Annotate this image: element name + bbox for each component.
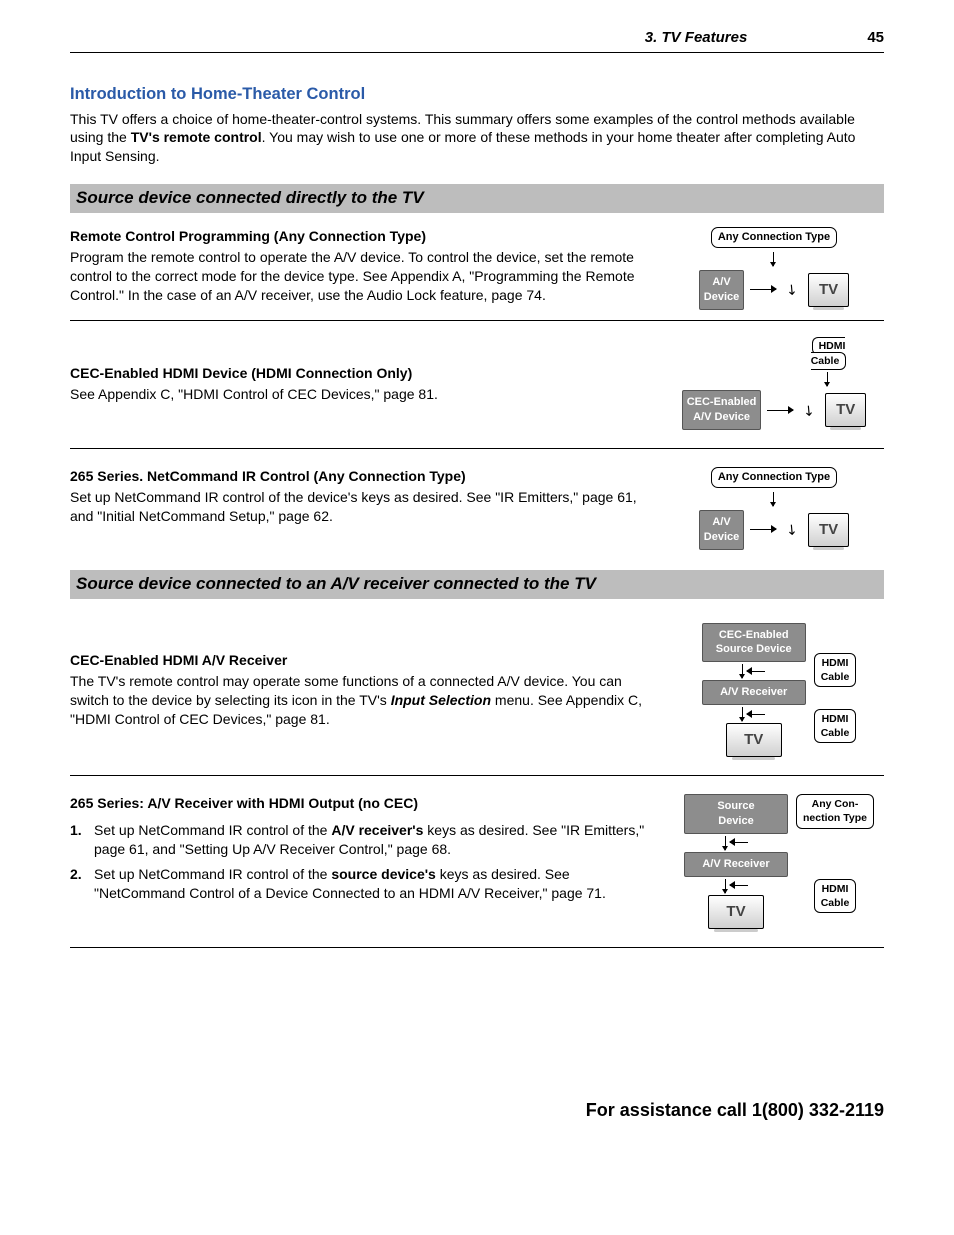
s2b-conn-label: Any Con- nection Type: [796, 794, 874, 828]
remote-icon: ↘: [782, 519, 803, 541]
s1c-text: Set up NetCommand IR control of the devi…: [70, 488, 648, 526]
s2b-step2-a: Set up NetCommand IR control of the: [94, 866, 331, 882]
arrow-icon: [725, 836, 726, 850]
s1b-diagram: HDMI Cable CEC-Enabled A/V Device ↘ TV: [682, 339, 867, 430]
intro-heading: Introduction to Home-Theater Control: [70, 83, 884, 105]
arrow-icon: [730, 885, 748, 886]
arrow-icon: [773, 492, 774, 506]
arrow-icon: [767, 410, 793, 411]
s1b-hdmi-label: HDMI Cable: [811, 337, 847, 370]
remote-icon: ↘: [782, 279, 803, 301]
list-item: 1. Set up NetCommand IR control of the A…: [70, 821, 658, 859]
s1b-title: CEC-Enabled HDMI Device (HDMI Connection…: [70, 364, 648, 383]
section-band-via-receiver: Source device connected to an A/V receiv…: [70, 570, 884, 599]
s2a-title: CEC-Enabled HDMI A/V Receiver: [70, 651, 658, 670]
s1b-text: See Appendix C, "HDMI Control of CEC Dev…: [70, 385, 648, 404]
intro-paragraph: This TV offers a choice of home-theater-…: [70, 110, 884, 167]
s2b-tv-box: TV: [708, 895, 764, 929]
s1b-cec-device-box: CEC-Enabled A/V Device: [682, 390, 762, 430]
s1a-av-device-box: A/V Device: [699, 270, 744, 310]
chapter-title: 3. TV Features: [645, 28, 748, 48]
s2a-receiver-box: A/V Receiver: [702, 680, 806, 705]
assistance-footer: For assistance call 1(800) 332-2119: [70, 1098, 884, 1122]
arrow-icon: [725, 879, 726, 893]
s2b-steps: 1. Set up NetCommand IR control of the A…: [70, 821, 658, 903]
s2a-cable2: HDMI Cable: [814, 709, 857, 743]
s2a-tv-box: TV: [726, 723, 782, 757]
s1a-diagram: Any Connection Type A/V Device ↘ TV: [699, 227, 849, 310]
s2a-bold: Input Selection: [391, 692, 491, 708]
remote-icon: ↘: [799, 399, 820, 421]
s2b-title: 265 Series: A/V Receiver with HDMI Outpu…: [70, 794, 658, 813]
s2b-step2-b: source device's: [331, 866, 436, 882]
list-item: 2. Set up NetCommand IR control of the s…: [70, 865, 658, 903]
s1c-diagram: Any Connection Type A/V Device ↘ TV: [699, 467, 849, 550]
arrow-icon: [750, 529, 776, 530]
arrow-icon: [750, 289, 776, 290]
s1a-conn-label: Any Connection Type: [711, 227, 837, 248]
s1c-conn-label: Any Connection Type: [711, 467, 837, 488]
step-number: 2.: [70, 865, 94, 903]
arrow-icon: [773, 252, 774, 266]
s2b-step1-b: A/V receiver's: [331, 822, 423, 838]
s1a-tv-box: TV: [808, 273, 849, 307]
s2a-text: The TV's remote control may operate some…: [70, 672, 658, 729]
s1a-title: Remote Control Programming (Any Connecti…: [70, 227, 648, 246]
s2b-cable2: HDMI Cable: [814, 879, 857, 913]
section-band-direct: Source device connected directly to the …: [70, 184, 884, 213]
s1c-av-device-box: A/V Device: [699, 510, 744, 550]
arrow-icon: [747, 671, 765, 672]
s1c-tv-box: TV: [808, 513, 849, 547]
s2a-cable1: HDMI Cable: [814, 653, 857, 687]
s1c-title: 265 Series. NetCommand IR Control (Any C…: [70, 467, 648, 486]
s2b-source-box: Source Device: [684, 794, 788, 834]
s2b-receiver-box: A/V Receiver: [684, 852, 788, 877]
page-header: 3. TV Features 45: [70, 28, 884, 53]
page-number: 45: [867, 28, 884, 48]
arrow-icon: [730, 842, 748, 843]
arrow-icon: [742, 707, 743, 721]
s1a-text: Program the remote control to operate th…: [70, 248, 648, 305]
arrow-icon: [742, 664, 743, 678]
intro-bold: TV's remote control: [131, 129, 262, 145]
s2b-diagram: Source Device A/V Receiver TV Any Con- n…: [684, 794, 874, 929]
step-number: 1.: [70, 821, 94, 859]
s2b-step1-a: Set up NetCommand IR control of the: [94, 822, 331, 838]
arrow-icon: [827, 372, 828, 386]
s2a-source-box: CEC-Enabled Source Device: [702, 623, 806, 663]
s1b-tv-box: TV: [825, 393, 866, 427]
arrow-icon: [747, 714, 765, 715]
s2a-diagram: CEC-Enabled Source Device A/V Receiver T…: [702, 623, 857, 758]
